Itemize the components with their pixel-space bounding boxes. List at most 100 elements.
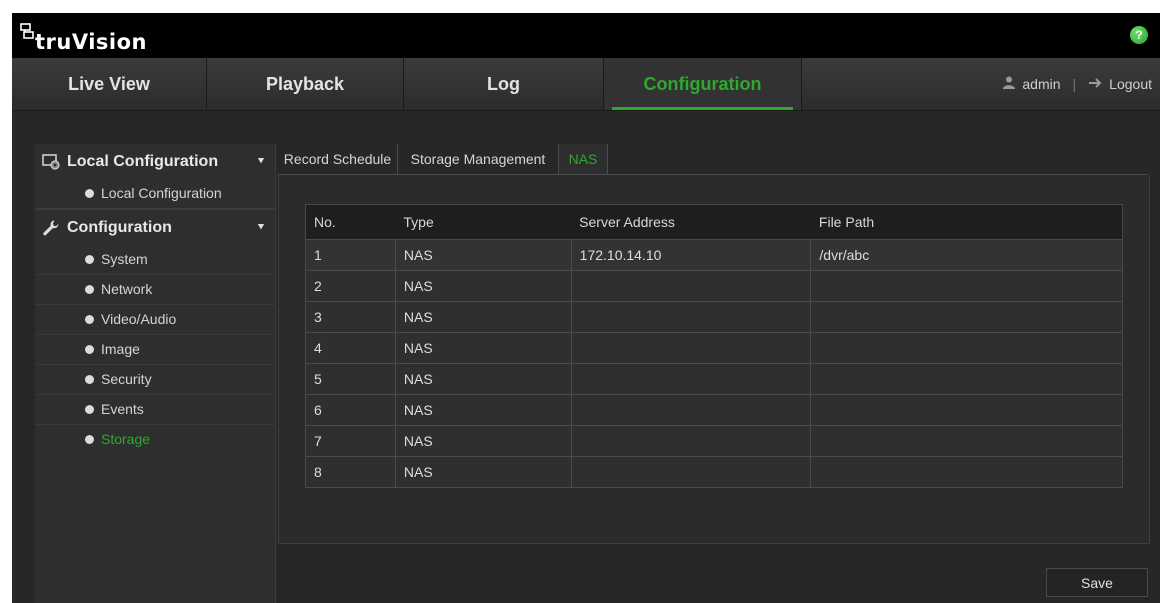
tab-record-schedule[interactable]: Record Schedule <box>278 144 398 174</box>
bullet-icon <box>85 189 94 198</box>
table-row[interactable]: 3 NAS <box>305 301 1123 333</box>
sidebar-section-title: Configuration <box>67 219 172 236</box>
sidebar-section-title: Local Configuration <box>67 153 219 170</box>
logo-text: truVision <box>35 30 148 54</box>
cell-type: NAS <box>394 425 572 457</box>
sidebar-item-label: Image <box>101 341 140 357</box>
user-separator: | <box>1072 76 1077 92</box>
sidebar-section-local-configuration[interactable]: Local Configuration ⯆ <box>35 144 275 179</box>
sidebar-item-label: Security <box>101 371 152 387</box>
column-header-file-path: File Path <box>810 204 1123 240</box>
cell-server-address[interactable] <box>570 270 811 302</box>
tab-configuration-label: Configuration <box>643 74 762 94</box>
cell-no: 3 <box>305 301 396 333</box>
chevron-down-icon: ⯆ <box>257 222 265 233</box>
cell-server-address[interactable] <box>570 363 811 395</box>
cell-type: NAS <box>394 301 572 333</box>
tab-live-view[interactable]: Live View <box>12 58 207 110</box>
sidebar-item-events[interactable]: Events <box>35 395 275 425</box>
logout-icon <box>1088 58 1104 110</box>
column-header-no: No. <box>305 204 396 240</box>
main-content: Record Schedule Storage Management NAS N… <box>276 144 1160 603</box>
cell-file-path[interactable]: /dvr/abc <box>810 239 1123 271</box>
local-config-icon <box>41 152 61 172</box>
cell-no: 7 <box>305 425 396 457</box>
sidebar-item-label: Storage <box>101 431 151 447</box>
cell-type: NAS <box>394 363 572 395</box>
cell-server-address[interactable] <box>570 332 811 364</box>
bullet-icon <box>85 315 94 324</box>
cell-type: NAS <box>394 394 572 426</box>
table-row[interactable]: 4 NAS <box>305 332 1123 364</box>
cell-no: 4 <box>305 332 396 364</box>
table-row[interactable]: 5 NAS <box>305 363 1123 395</box>
sidebar-item-label: Events <box>101 401 144 417</box>
username-label: admin <box>1022 76 1061 92</box>
cell-file-path[interactable] <box>810 270 1123 302</box>
sidebar-item-label: System <box>101 251 148 267</box>
tab-configuration[interactable]: Configuration <box>604 58 802 110</box>
user-icon <box>1002 58 1016 110</box>
bullet-icon <box>85 405 94 414</box>
cell-no: 5 <box>305 363 396 395</box>
bullet-icon <box>85 345 94 354</box>
subtab-bar: Record Schedule Storage Management NAS <box>278 144 1148 175</box>
tab-playback[interactable]: Playback <box>207 58 404 110</box>
sidebar-item-storage[interactable]: Storage <box>35 425 275 454</box>
cell-file-path[interactable] <box>810 456 1123 488</box>
table-row[interactable]: 6 NAS <box>305 394 1123 426</box>
cell-file-path[interactable] <box>810 363 1123 395</box>
top-header: truVision ? <box>12 13 1160 58</box>
cell-type: NAS <box>394 456 572 488</box>
cell-server-address[interactable] <box>570 425 811 457</box>
sidebar-section-configuration[interactable]: Configuration ⯆ <box>35 210 275 245</box>
table-row[interactable]: 7 NAS <box>305 425 1123 457</box>
cell-server-address[interactable] <box>570 394 811 426</box>
active-tab-underline <box>612 107 793 110</box>
cell-server-address[interactable]: 172.10.14.10 <box>570 239 811 271</box>
sidebar-item-system[interactable]: System <box>35 245 275 275</box>
truvision-logo: truVision <box>20 18 147 54</box>
cell-type: NAS <box>394 332 572 364</box>
nas-table: No. Type Server Address File Path 1 NAS … <box>305 204 1123 488</box>
table-row[interactable]: 1 NAS 172.10.14.10 /dvr/abc <box>305 239 1123 271</box>
sidebar-item-network[interactable]: Network <box>35 275 275 305</box>
logout-button[interactable]: Logout <box>1088 58 1152 110</box>
cell-server-address[interactable] <box>570 301 811 333</box>
tab-log[interactable]: Log <box>404 58 604 110</box>
bullet-icon <box>85 285 94 294</box>
sidebar-item-label: Local Configuration <box>101 185 222 201</box>
cell-server-address[interactable] <box>570 456 811 488</box>
bullet-icon <box>85 255 94 264</box>
table-header-row: No. Type Server Address File Path <box>305 204 1123 240</box>
cell-no: 6 <box>305 394 396 426</box>
cell-type: NAS <box>394 239 572 271</box>
bullet-icon <box>85 435 94 444</box>
tab-storage-management[interactable]: Storage Management <box>398 144 559 174</box>
table-row[interactable]: 8 NAS <box>305 456 1123 488</box>
help-icon[interactable]: ? <box>1130 26 1148 44</box>
save-button[interactable]: Save <box>1046 568 1148 597</box>
cell-type: NAS <box>394 270 572 302</box>
cell-file-path[interactable] <box>810 332 1123 364</box>
cell-file-path[interactable] <box>810 425 1123 457</box>
main-navigation: Live View Playback Log Configuration adm… <box>12 58 1160 111</box>
nas-panel: No. Type Server Address File Path 1 NAS … <box>278 175 1150 544</box>
network-logo-icon <box>20 23 34 44</box>
sidebar-item-security[interactable]: Security <box>35 365 275 395</box>
column-header-server-address: Server Address <box>571 204 811 240</box>
cell-no: 1 <box>305 239 396 271</box>
cell-file-path[interactable] <box>810 394 1123 426</box>
sidebar: Local Configuration ⯆ Local Configuratio… <box>35 144 276 603</box>
table-row[interactable]: 2 NAS <box>305 270 1123 302</box>
column-header-type: Type <box>395 204 572 240</box>
sidebar-item-video-audio[interactable]: Video/Audio <box>35 305 275 335</box>
bullet-icon <box>85 375 94 384</box>
sidebar-item-label: Video/Audio <box>101 311 177 327</box>
sidebar-item-image[interactable]: Image <box>35 335 275 365</box>
cell-file-path[interactable] <box>810 301 1123 333</box>
wrench-icon <box>41 218 61 238</box>
sidebar-item-local-configuration[interactable]: Local Configuration <box>35 179 275 209</box>
tab-nas[interactable]: NAS <box>559 144 608 174</box>
app-window: truVision ? Live View Playback Log Confi… <box>12 13 1160 603</box>
